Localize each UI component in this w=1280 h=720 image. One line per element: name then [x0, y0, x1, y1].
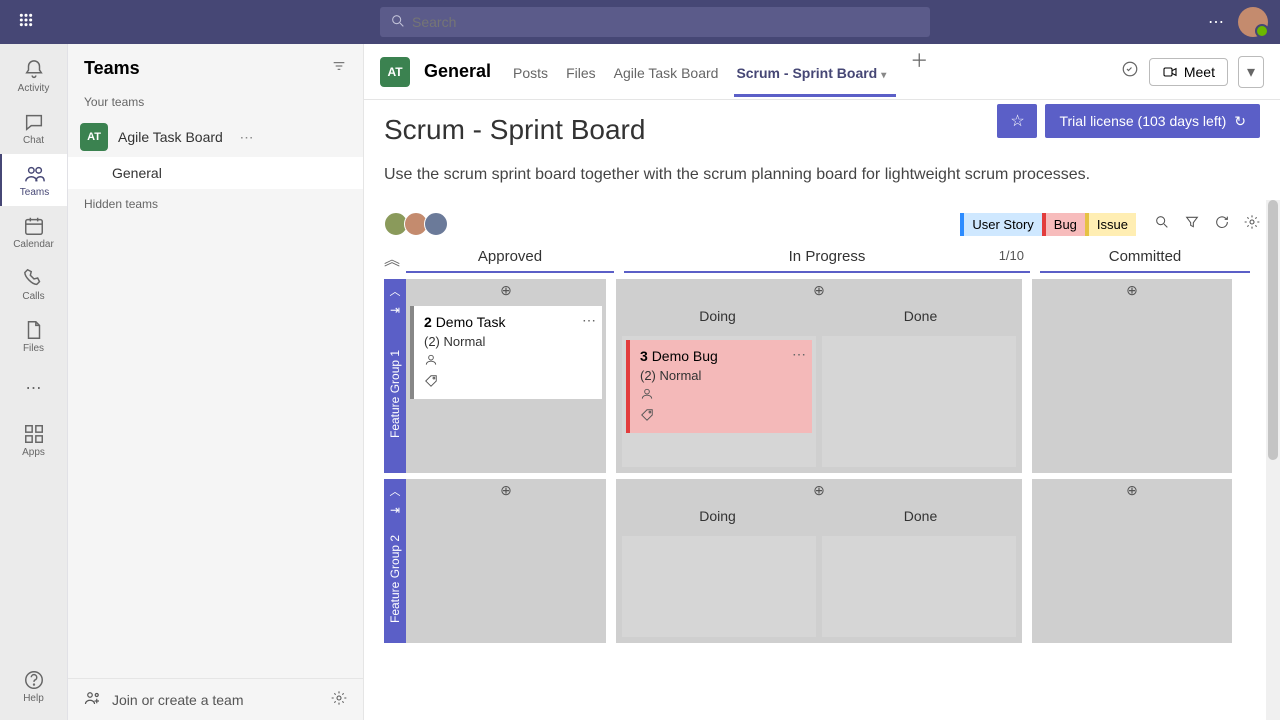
top-bar: ⋯: [0, 0, 1280, 44]
swimlane-group-1: ︿ ⇥ Feature Group 1 ⊕ ⋯ 2 Demo Task (2) …: [384, 279, 1260, 473]
trial-badge[interactable]: Trial license (103 days left)↻: [1045, 104, 1260, 138]
rail-calendar[interactable]: Calendar: [0, 206, 67, 258]
pill-user-story[interactable]: User Story: [960, 213, 1041, 236]
search-icon: [390, 13, 406, 34]
chevron-down-icon: ▾: [881, 70, 886, 81]
waffle-icon[interactable]: [12, 12, 40, 33]
app-rail: Activity Chat Teams Calendar Calls Files…: [0, 44, 68, 720]
channel-header: AT General Posts Files Agile Task Board …: [364, 44, 1280, 100]
meet-button[interactable]: Meet: [1149, 58, 1228, 86]
collapse-all-icon[interactable]: ︽: [384, 246, 406, 270]
team-more-icon[interactable]: ⋯: [240, 129, 352, 146]
search-input[interactable]: [380, 7, 930, 37]
section-hidden-teams: Hidden teams: [68, 189, 363, 219]
team-row[interactable]: AT Agile Task Board ⋯: [68, 117, 363, 157]
subcol-done: Done: [819, 302, 1022, 330]
tab-files[interactable]: Files: [566, 47, 596, 96]
add-card-button[interactable]: ⊕: [406, 479, 606, 502]
lane-label: Feature Group 2: [388, 525, 402, 633]
col-committed[interactable]: Committed: [1040, 242, 1250, 273]
rail-teams[interactable]: Teams: [0, 154, 67, 206]
pin-icon[interactable]: ⇥: [390, 503, 400, 517]
teams-panel: Teams Your teams AT Agile Task Board ⋯ G…: [68, 44, 364, 720]
join-team-link[interactable]: Join or create a team: [112, 692, 244, 708]
subcol-doing: Doing: [616, 502, 819, 530]
section-your-teams: Your teams: [68, 87, 363, 117]
settings-board-icon[interactable]: [1244, 214, 1260, 235]
pin-icon[interactable]: ⇥: [390, 303, 400, 317]
board-description: Use the scrum sprint board together with…: [384, 166, 1260, 184]
col-approved[interactable]: Approved: [406, 242, 614, 273]
filter-icon[interactable]: [331, 58, 347, 79]
reply-icon[interactable]: [1121, 60, 1139, 83]
collapse-lane-icon[interactable]: ︿: [390, 283, 401, 299]
swimlane-group-2: ︿ ⇥ Feature Group 2 ⊕ ⊕ Doing Done ⊕: [384, 479, 1260, 643]
card-more-icon[interactable]: ⋯: [792, 346, 806, 363]
rail-calls[interactable]: Calls: [0, 258, 67, 310]
team-name: Agile Task Board: [118, 129, 230, 145]
scrollbar-vertical[interactable]: [1266, 200, 1280, 720]
star-button[interactable]: ☆: [997, 104, 1037, 138]
add-card-button[interactable]: ⊕: [406, 279, 606, 302]
assignee-icon[interactable]: [640, 387, 802, 404]
gear-icon[interactable]: [331, 690, 347, 709]
header-team-badge: AT: [380, 57, 410, 87]
subcol-doing: Doing: [616, 302, 819, 330]
user-avatar[interactable]: [1238, 7, 1268, 37]
filter-board-icon[interactable]: [1184, 214, 1200, 235]
tab-agile[interactable]: Agile Task Board: [614, 47, 719, 96]
tag-icon[interactable]: [640, 408, 802, 425]
add-card-button[interactable]: ⊕: [1032, 279, 1232, 302]
refresh-board-icon[interactable]: [1214, 214, 1230, 235]
rail-apps[interactable]: Apps: [0, 414, 67, 466]
tab-posts[interactable]: Posts: [513, 47, 548, 96]
add-card-button[interactable]: ⊕: [616, 279, 1022, 302]
add-card-button[interactable]: ⊕: [616, 479, 1022, 502]
rail-activity[interactable]: Activity: [0, 50, 67, 102]
assignee-icon[interactable]: [424, 353, 592, 370]
col-in-progress[interactable]: In Progress1/10: [624, 242, 1030, 273]
add-card-button[interactable]: ⊕: [1032, 479, 1232, 502]
card-demo-bug[interactable]: ⋯ 3 Demo Bug (2) Normal: [626, 340, 812, 433]
rail-files[interactable]: Files: [0, 310, 67, 362]
wip-count: 1/10: [999, 248, 1024, 263]
meet-dropdown[interactable]: ▾: [1238, 56, 1264, 88]
card-demo-task[interactable]: ⋯ 2 Demo Task (2) Normal: [410, 306, 602, 399]
rail-more[interactable]: ⋯: [0, 362, 67, 414]
more-icon[interactable]: ⋯: [1194, 12, 1238, 32]
people-icon: [84, 689, 102, 710]
refresh-icon: ↻: [1234, 113, 1246, 130]
pill-issue[interactable]: Issue: [1085, 213, 1136, 236]
member-avatars[interactable]: [384, 212, 444, 236]
collapse-lane-icon[interactable]: ︿: [390, 483, 401, 499]
avatar: [424, 212, 448, 236]
subcol-done: Done: [819, 502, 1022, 530]
rail-help[interactable]: Help: [0, 660, 67, 712]
lane-label: Feature Group 1: [388, 325, 402, 463]
pill-bug[interactable]: Bug: [1042, 213, 1085, 236]
search-board-icon[interactable]: [1154, 214, 1170, 235]
channel-general[interactable]: General: [68, 157, 363, 189]
channel-title: General: [424, 61, 491, 82]
team-badge: AT: [80, 123, 108, 151]
tag-icon[interactable]: [424, 374, 592, 391]
panel-title: Teams: [84, 58, 331, 79]
add-tab-button[interactable]: ＋: [904, 47, 934, 96]
card-more-icon[interactable]: ⋯: [582, 312, 596, 329]
tab-scrum[interactable]: Scrum - Sprint Board▾: [736, 47, 886, 96]
rail-chat[interactable]: Chat: [0, 102, 67, 154]
